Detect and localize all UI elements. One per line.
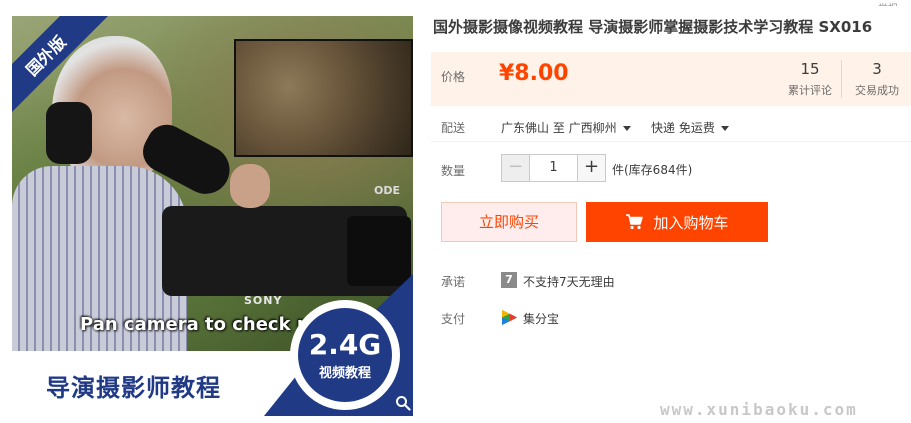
product-main-image[interactable]: ODE SONY Pan camera to check m 国外版 导演摄影师… [12, 16, 413, 416]
deal-count: 3 [872, 60, 882, 78]
payment-label: 支付 [441, 312, 466, 326]
price-panel: 价格 ¥8.00 15 累计评论 3 交易成功 [431, 52, 911, 106]
badge-label-text: 视频教程 [318, 365, 371, 381]
headphone-shape [46, 102, 92, 164]
review-count-label: 累计评论 [788, 84, 832, 97]
deal-count-stat[interactable]: 3 交易成功 [844, 60, 910, 98]
inset-preview-photo [234, 39, 413, 157]
price-label: 价格 [441, 70, 466, 84]
stat-divider [841, 60, 842, 98]
stock-info: 件(库存684件) [612, 163, 693, 177]
review-count-stat[interactable]: 15 累计评论 [777, 60, 843, 98]
quantity-input[interactable]: 1 [530, 155, 577, 181]
lens-marking: ODE [374, 184, 400, 197]
shipping-method: 快递 免运费 [651, 121, 715, 135]
deal-count-label: 交易成功 [855, 84, 899, 97]
promise-label: 承诺 [441, 275, 466, 289]
size-badge: 2.4G 视频教程 [298, 308, 392, 402]
buy-now-button[interactable]: 立即购买 [441, 202, 577, 242]
add-to-cart-label: 加入购物车 [653, 213, 729, 232]
shipping-route-select[interactable]: 广东佛山 至 广西柳州 [501, 119, 631, 136]
row-divider [431, 141, 911, 142]
payment-method: 集分宝 [523, 312, 560, 326]
no-7day-return-icon: 7 [501, 272, 517, 288]
review-count: 15 [800, 60, 820, 78]
magnifier-icon[interactable] [395, 395, 411, 411]
watermark-text: www.xunibaoku.com [660, 400, 858, 419]
report-link[interactable]: 举报 [878, 0, 898, 6]
operator-hand [230, 164, 270, 208]
jifenbao-icon [502, 310, 517, 325]
chevron-down-icon [622, 126, 631, 131]
camera-brand-label: SONY [244, 294, 283, 307]
badge-size-text: 2.4G [308, 327, 382, 361]
shipping-route: 广东佛山 至 广西柳州 [501, 121, 617, 135]
promise-text[interactable]: 不支持7天无理由 [523, 273, 615, 290]
quantity-label: 数量 [441, 164, 466, 178]
quantity-stepper: − 1 + [501, 154, 606, 182]
video-camera-lens [347, 216, 411, 286]
price-value: ¥8.00 [499, 61, 569, 86]
image-banner-title: 导演摄影师教程 [46, 374, 221, 402]
cart-icon [626, 214, 644, 230]
quantity-increase-button[interactable]: + [577, 155, 605, 181]
chevron-down-icon [720, 126, 729, 131]
video-subtitle-caption: Pan camera to check m [80, 314, 316, 335]
add-to-cart-button[interactable]: 加入购物车 [586, 202, 768, 242]
shipping-label: 配送 [441, 121, 466, 135]
product-title: 国外摄影摄像视频教程 导演摄影师掌握摄影技术学习教程 SX016 [433, 18, 873, 36]
shipping-method-select[interactable]: 快递 免运费 [651, 119, 729, 136]
quantity-decrease-button[interactable]: − [502, 155, 530, 181]
